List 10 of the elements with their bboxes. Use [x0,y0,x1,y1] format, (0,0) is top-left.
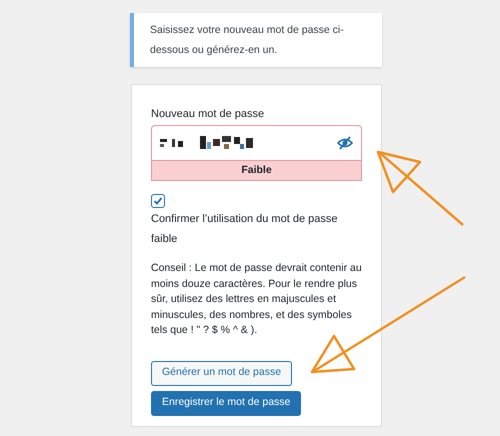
save-password-button[interactable]: Enregistrer le mot de passe [151,390,302,416]
checkbox[interactable] [151,194,165,208]
strength-meter: Faible [151,160,362,181]
password-field[interactable] [151,125,362,160]
field-label: Nouveau mot de passe [151,107,266,122]
generate-password-button[interactable]: Générer un mot de passe [151,360,292,386]
checkbox-label: Confirmer l’utilisation du mot de passe faible [151,212,338,247]
eye-slash-icon[interactable] [337,136,353,150]
hint-text: Conseil : Le mot de passe devrait contenir au moins douze caractères. Pour le rendre plus sûr, utilisez des lettres en majuscules et minuscules, des nombres, et des symboles tels que ! " ? $ % ^ & ). [151,261,362,338]
notice-message: Saisissez votre nouveau mot de passe ci-dessous ou générez-en un. [130,13,382,67]
